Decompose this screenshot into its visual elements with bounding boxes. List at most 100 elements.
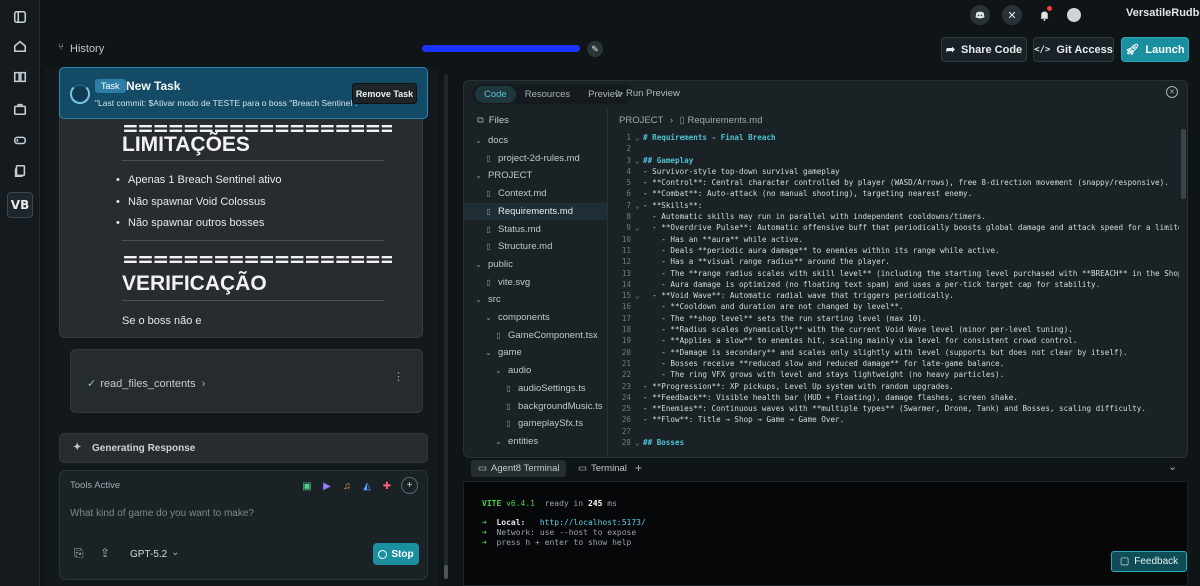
- code-text: - **Void Wave**: Automatic radial wave t…: [643, 291, 954, 301]
- code-line: 28 ⌄ ## Bosses: [609, 437, 1179, 448]
- fold-chevron-icon[interactable]: ⌄: [635, 437, 643, 448]
- line-number: 8: [626, 212, 631, 222]
- fold-chevron-icon[interactable]: ⌄: [635, 155, 643, 166]
- x-social-icon[interactable]: ✕: [1002, 5, 1022, 25]
- line-number: 24: [621, 392, 631, 402]
- remove-task-button[interactable]: Remove Task: [352, 83, 417, 104]
- tree-file[interactable]: ▯ project-2d-rules.md: [464, 150, 607, 167]
- chevron-down-icon: ⌄: [495, 366, 502, 376]
- chevron-down-icon: ⌄: [475, 295, 482, 305]
- collapse-chevron-icon[interactable]: ⌄: [1168, 460, 1177, 473]
- file-icon: ▯: [496, 330, 501, 340]
- code-text: - **Overdrive Pulse**: Automatic offensi…: [643, 223, 1179, 233]
- line-number: 19: [621, 336, 631, 346]
- image-tool-icon[interactable]: ▣: [301, 480, 313, 492]
- tree-folder[interactable]: ⌄ public: [464, 256, 607, 273]
- tree-file[interactable]: ▯ Context.md: [464, 185, 607, 202]
- code-line: 19 - **Applies a slow** to enemies hit, …: [609, 335, 1179, 346]
- tree-folder[interactable]: ⌄ docs: [464, 132, 607, 149]
- add-terminal-icon[interactable]: +: [635, 461, 642, 475]
- vite-version: v6.4.1: [506, 499, 535, 508]
- discord-icon[interactable]: [970, 5, 990, 25]
- tree-file[interactable]: ▯ audioSettings.ts: [464, 380, 607, 397]
- task-tag: Task: [95, 79, 126, 93]
- tree-file[interactable]: ▯ vite.svg: [464, 274, 607, 291]
- documents-icon[interactable]: [9, 160, 31, 182]
- file-icon: ▯: [486, 242, 491, 252]
- line-number: 13: [621, 268, 631, 278]
- local-url-link[interactable]: http://localhost:5173/: [540, 518, 646, 527]
- top-bar: ✕ VersatileRudbeckia516: [40, 0, 1200, 30]
- tree-folder[interactable]: ⌄ PROJECT: [464, 167, 607, 184]
- avatar[interactable]: [1067, 8, 1081, 22]
- more-options-icon[interactable]: ⋮: [393, 370, 404, 383]
- tree-file[interactable]: ▯ gameplaySfx.ts: [464, 415, 607, 432]
- attach-paperclip-icon[interactable]: ⎘: [74, 546, 84, 561]
- fold-chevron-icon[interactable]: ⌄: [635, 132, 643, 143]
- git-access-button[interactable]: </> Git Access: [1033, 37, 1114, 62]
- chevron-down-icon: ⌄: [485, 348, 492, 358]
- line-number: 1: [626, 133, 631, 142]
- tree-folder[interactable]: ⌄ entities: [464, 433, 607, 450]
- tab-agent8-terminal[interactable]: ▭ Agent8 Terminal: [471, 460, 567, 477]
- tree-folder[interactable]: ⌄ components: [464, 309, 607, 326]
- file-icon: ▯: [506, 383, 511, 393]
- line-number: 14: [621, 279, 631, 289]
- chevron-down-icon[interactable]: ⌄: [171, 547, 179, 558]
- tree-file[interactable]: ▯ Structure.md: [464, 238, 607, 255]
- history-branch-icon[interactable]: ⑂: [58, 42, 64, 53]
- gamepad-icon[interactable]: [9, 129, 31, 151]
- fold-chevron-icon[interactable]: ⌄: [635, 222, 643, 233]
- username[interactable]: VersatileRudbeckia516: [1126, 7, 1200, 19]
- editor-scrollbar[interactable]: [1181, 129, 1186, 199]
- fold-chevron-icon[interactable]: ⌄: [635, 200, 643, 211]
- add-tool-icon[interactable]: +: [401, 477, 418, 494]
- tool-call-row[interactable]: ✓ read_files_contents ›: [87, 377, 205, 390]
- book-icon[interactable]: [9, 66, 31, 88]
- prompt-input[interactable]: What kind of game do you want to make?: [70, 508, 254, 519]
- shape-tool-icon[interactable]: ✚: [381, 480, 393, 492]
- terminal-output[interactable]: VITE v6.4.1 ready in 245 ms ➜ Local: htt…: [463, 481, 1188, 586]
- toggle-sidebar-icon[interactable]: [9, 6, 31, 28]
- tree-folder[interactable]: ⌄ audio: [464, 362, 607, 379]
- video-tool-icon[interactable]: ▶: [321, 480, 333, 492]
- chevron-down-icon: ⌄: [475, 259, 482, 269]
- music-tool-icon[interactable]: ♫: [341, 480, 353, 492]
- chart-tool-icon[interactable]: ◭: [361, 480, 373, 492]
- tree-folder[interactable]: ⌄ game: [464, 344, 607, 361]
- stop-button[interactable]: Stop: [373, 543, 419, 565]
- project-header: ⑂ History ✎ ➦ Share Code </> Git Access 🚀︎…: [40, 30, 1200, 68]
- code-line: 6 - **Combat**: Auto-attack (no manual sh…: [609, 188, 1179, 199]
- chat-scrollbar-thumb[interactable]: [444, 565, 448, 579]
- edit-pencil-icon[interactable]: ✎: [587, 41, 603, 57]
- notification-bell-icon[interactable]: [1034, 5, 1054, 25]
- tab-code[interactable]: Code: [475, 85, 516, 103]
- tree-file[interactable]: ▯ Status.md: [464, 221, 607, 238]
- tree-file[interactable]: ▯ backgroundMusic.ts: [464, 398, 607, 415]
- model-selector[interactable]: GPT-5.2: [130, 549, 167, 560]
- close-ide-icon[interactable]: ✕: [1166, 86, 1178, 98]
- stop-icon: [378, 549, 388, 559]
- home-icon[interactable]: [9, 35, 31, 57]
- line-number: 17: [621, 313, 631, 323]
- upload-icon[interactable]: ⇪: [100, 546, 110, 560]
- tab-resources[interactable]: Resources: [516, 86, 579, 103]
- tab-terminal[interactable]: ▭ Terminal: [571, 460, 634, 477]
- chevron-down-icon: ⌄: [475, 171, 482, 181]
- code-line: 24 - **Feedback**: Visible health bar (HU…: [609, 392, 1179, 403]
- tree-item-label: public: [488, 258, 513, 270]
- tree-file[interactable]: ▯ GameComponent.tsx: [464, 327, 607, 344]
- tools-active-label: Tools Active: [70, 480, 121, 491]
- code-text: - **Enemies**: Continuous waves with **m…: [643, 404, 1146, 414]
- launch-button[interactable]: 🚀︎ Launch: [1121, 37, 1189, 62]
- code-content[interactable]: 1 ⌄ # Requirements - Final Breach 2 3 ⌄ ## Gam…: [609, 132, 1179, 448]
- tree-folder[interactable]: ⌄ src: [464, 291, 607, 308]
- vb-app-icon[interactable]: VB: [7, 192, 33, 218]
- tree-file[interactable]: ▯ Requirements.md: [464, 202, 607, 220]
- briefcase-icon[interactable]: [9, 98, 31, 120]
- feedback-button[interactable]: ▢ Feedback: [1111, 551, 1187, 572]
- share-code-button[interactable]: ➦ Share Code: [941, 37, 1027, 62]
- run-preview-button[interactable]: ▷ Run Preview: [616, 88, 680, 99]
- history-link[interactable]: History: [70, 43, 104, 55]
- fold-chevron-icon[interactable]: ⌄: [635, 290, 643, 301]
